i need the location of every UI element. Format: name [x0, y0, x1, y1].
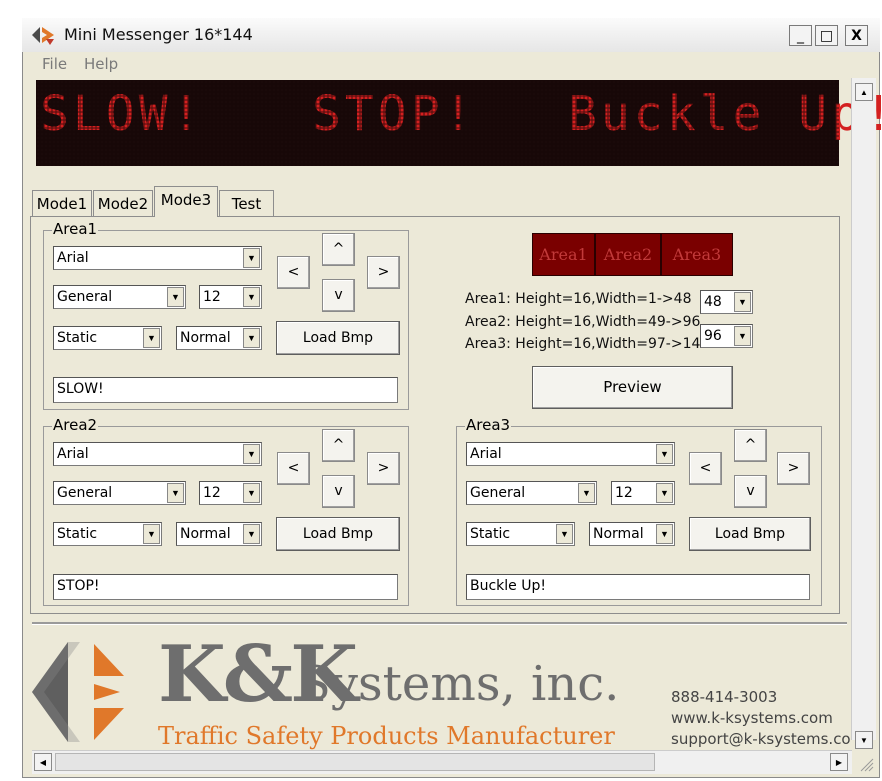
area1-text-input[interactable]: SLOW!: [53, 377, 398, 403]
divider: [32, 622, 847, 625]
chevron-down-icon[interactable]: ▼: [167, 483, 184, 503]
chevron-down-icon[interactable]: ▼: [734, 326, 751, 346]
chevron-down-icon[interactable]: ▼: [578, 483, 595, 503]
scroll-right-icon[interactable]: ▶: [830, 753, 848, 771]
chevron-down-icon[interactable]: ▼: [243, 524, 260, 544]
area1-font-select[interactable]: Arial: [53, 246, 262, 270]
chevron-down-icon[interactable]: ▼: [556, 524, 573, 544]
led-area2-text: STOP!: [312, 86, 477, 142]
area1-down-button[interactable]: v: [322, 279, 355, 312]
chevron-down-icon[interactable]: ▼: [656, 483, 673, 503]
area1-info: Area1: Height=16,Width=1->48: [465, 291, 692, 307]
app-logo-icon: [32, 25, 58, 45]
preview-cell-area3: Area3: [661, 233, 733, 276]
chevron-down-icon[interactable]: ▼: [243, 483, 260, 503]
preview-cell-area2: Area2: [595, 233, 661, 276]
area3-font-select[interactable]: Arial: [466, 442, 675, 466]
chevron-down-icon[interactable]: ▼: [656, 524, 673, 544]
kk-logo-icon: [32, 640, 152, 744]
chevron-down-icon[interactable]: ▼: [243, 287, 260, 307]
area1-left-button[interactable]: <: [277, 256, 310, 289]
chevron-down-icon[interactable]: ▼: [143, 524, 160, 544]
minimize-button[interactable]: _: [789, 25, 812, 46]
area3-load-bmp-button[interactable]: Load Bmp: [689, 517, 811, 551]
area2-up-button[interactable]: ^: [322, 429, 355, 462]
area2-font-select[interactable]: Arial: [53, 442, 262, 466]
chevron-down-icon[interactable]: ▼: [656, 444, 673, 464]
logo-systems: Systems, inc.: [298, 656, 620, 712]
area2-load-bmp-button[interactable]: Load Bmp: [276, 517, 400, 551]
chevron-down-icon[interactable]: ▼: [143, 328, 160, 348]
area3-label: Area3: [465, 416, 512, 434]
area1-label: Area1: [52, 220, 99, 238]
area2-left-button[interactable]: <: [277, 452, 310, 485]
led-area3-text: Buckle Up!: [568, 86, 882, 142]
area1-up-button[interactable]: ^: [322, 233, 355, 266]
preview-cell-area1: Area1: [532, 233, 595, 276]
menu-help[interactable]: Help: [84, 55, 118, 73]
chevron-down-icon[interactable]: ▼: [243, 248, 260, 268]
scroll-down-icon[interactable]: ▼: [855, 731, 873, 749]
vertical-scrollbar[interactable]: [851, 78, 876, 740]
tab-test[interactable]: Test: [219, 190, 274, 217]
area3-info: Area3: Height=16,Width=97->144: [465, 336, 710, 352]
area3-text-input[interactable]: Buckle Up!: [466, 574, 810, 600]
area3-right-button[interactable]: >: [777, 452, 810, 485]
resize-grip-icon[interactable]: [855, 753, 875, 773]
tab-mode2[interactable]: Mode2: [93, 190, 153, 217]
maximize-button[interactable]: □: [815, 25, 838, 46]
area1-load-bmp-button[interactable]: Load Bmp: [276, 321, 400, 355]
logo-tagline: Traffic Safety Products Manufacturer: [158, 722, 615, 750]
area3-left-button[interactable]: <: [689, 452, 722, 485]
chevron-down-icon[interactable]: ▼: [243, 328, 260, 348]
close-button[interactable]: X: [845, 25, 868, 46]
chevron-down-icon[interactable]: ▼: [167, 287, 184, 307]
led-area1-text: SLOW!: [40, 86, 205, 142]
contact-web[interactable]: www.k-ksystems.com: [671, 709, 833, 727]
horizontal-scroll-thumb[interactable]: [55, 753, 655, 771]
area1-right-button[interactable]: >: [367, 256, 400, 289]
scroll-left-icon[interactable]: ◀: [34, 753, 52, 771]
preview-button[interactable]: Preview: [532, 366, 733, 409]
area2-down-button[interactable]: v: [322, 475, 355, 508]
tab-mode3[interactable]: Mode3: [154, 186, 218, 217]
menu-file[interactable]: File: [42, 55, 67, 73]
contact-phone: 888-414-3003: [671, 688, 778, 706]
contact-email[interactable]: support@k-ksystems.com: [671, 730, 851, 748]
area2-text-input[interactable]: STOP!: [53, 574, 398, 600]
area2-right-button[interactable]: >: [367, 452, 400, 485]
tab-mode1[interactable]: Mode1: [32, 190, 92, 217]
area3-up-button[interactable]: ^: [734, 429, 767, 462]
area2-info: Area2: Height=16,Width=49->96: [465, 314, 701, 330]
scroll-up-icon[interactable]: ▲: [855, 83, 873, 101]
area2-label: Area2: [52, 416, 99, 434]
window-title: Mini Messenger 16*144: [64, 25, 253, 44]
chevron-down-icon[interactable]: ▼: [243, 444, 260, 464]
chevron-down-icon[interactable]: ▼: [734, 292, 751, 312]
area3-down-button[interactable]: v: [734, 475, 767, 508]
